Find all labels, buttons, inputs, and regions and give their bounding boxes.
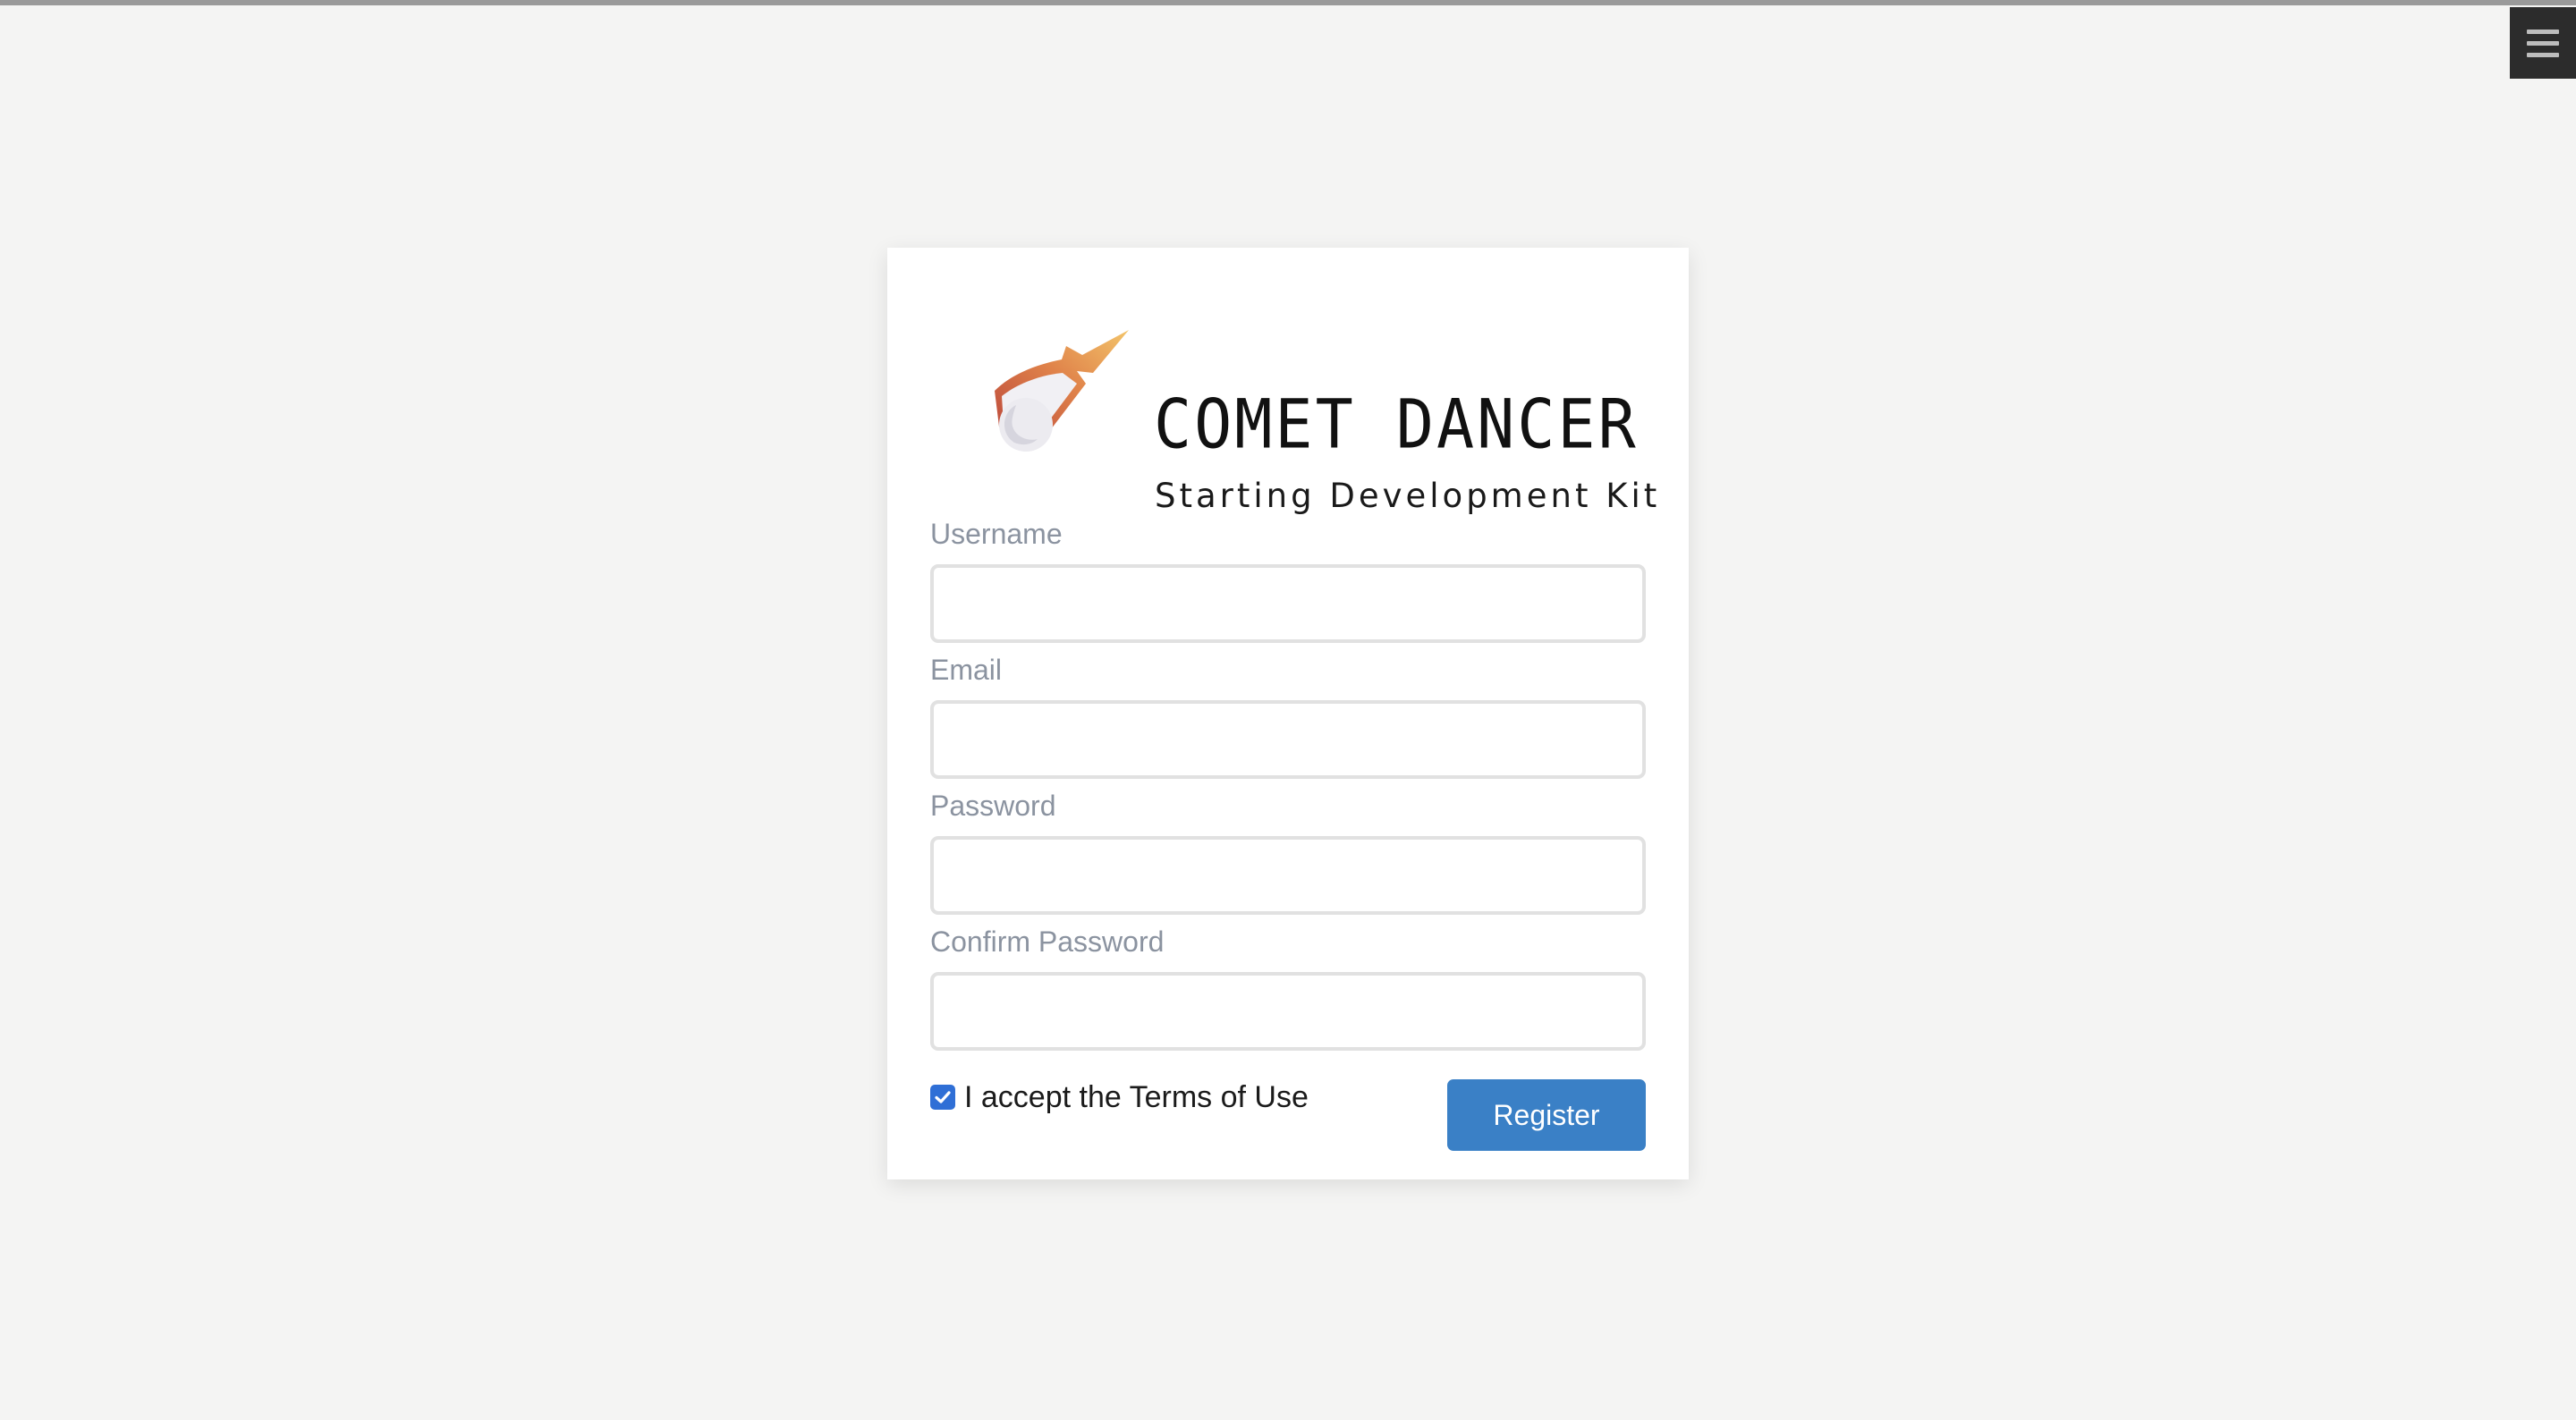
email-input[interactable] — [930, 700, 1646, 779]
register-button[interactable]: Register — [1447, 1079, 1646, 1151]
password-label: Password — [930, 790, 1056, 822]
hamburger-menu-icon — [2527, 52, 2559, 57]
terms-checkbox[interactable] — [930, 1085, 955, 1110]
app-subtitle: Starting Development Kit — [1155, 477, 1661, 515]
confirm-password-label: Confirm Password — [930, 926, 1165, 958]
window-top-border — [0, 0, 2576, 5]
checkmark-icon — [935, 1091, 951, 1103]
hamburger-menu-button[interactable] — [2510, 7, 2576, 79]
hamburger-menu-icon — [2527, 40, 2559, 46]
confirm-password-input[interactable] — [930, 972, 1646, 1051]
hamburger-menu-icon — [2527, 29, 2559, 34]
email-label: Email — [930, 654, 1003, 686]
brand-header: COMET DANCER Starting Development Kit — [977, 319, 1657, 515]
comet-logo-icon — [995, 330, 1129, 452]
username-label: Username — [930, 518, 1063, 550]
register-card: COMET DANCER Starting Development Kit Us… — [887, 248, 1689, 1179]
password-input[interactable] — [930, 836, 1646, 915]
terms-label[interactable]: I accept the Terms of Use — [964, 1080, 1309, 1115]
terms-row: I accept the Terms of Use — [930, 1078, 1309, 1117]
app-title: COMET DANCER — [1154, 385, 1639, 465]
username-input[interactable] — [930, 564, 1646, 643]
